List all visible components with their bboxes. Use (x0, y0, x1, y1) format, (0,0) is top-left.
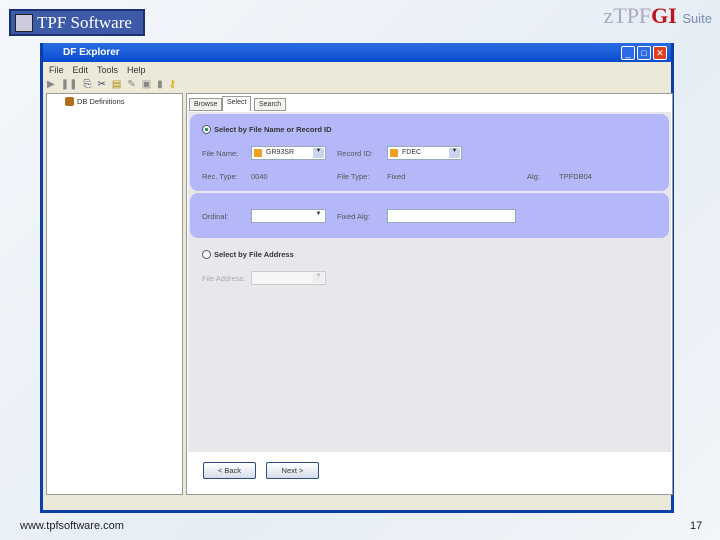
toolbar: ▶ ❚❚ ⎘ ✂ ▤ ✎ ▣ ▮ ⚷ (47, 79, 176, 90)
file-type-label: File Type: (337, 172, 370, 181)
file-name-combo[interactable]: GR93SR ▼ (251, 146, 326, 160)
menu-bar: File Edit Tools Help (49, 65, 146, 75)
tree-item-label: DB Definitions (77, 97, 125, 106)
fixed-alg-label: Fixed Alg: (337, 212, 370, 221)
window-title: DF Explorer (63, 47, 120, 58)
tab-search[interactable]: Search (254, 98, 287, 111)
play-icon[interactable]: ▶ (47, 79, 55, 90)
radio-unchecked-icon (202, 250, 211, 259)
file-name-label: File Name: (202, 149, 239, 158)
record-id-value: FDEC (402, 149, 422, 156)
tpf-software-logo: TPF Software (9, 9, 145, 36)
pause-icon[interactable]: ❚❚ (61, 79, 78, 90)
tab-select[interactable]: Select (222, 96, 252, 111)
footer-url: www.tpfsoftware.com (20, 520, 124, 532)
rec-type-value: 0040 (251, 172, 268, 181)
menu-file[interactable]: File (49, 65, 64, 75)
select-by-file-name-radio[interactable]: Select by File Name or Record ID (202, 125, 332, 134)
option1-label: Select by File Name or Record ID (214, 125, 332, 134)
menu-tools[interactable]: Tools (97, 65, 118, 75)
ordinal-label: Ordinal: (202, 212, 229, 221)
logo-mark-icon (15, 13, 33, 32)
rec-type-label: Rec. Type: (202, 172, 238, 181)
suite-word: Suite (682, 11, 712, 26)
menu-help[interactable]: Help (127, 65, 146, 75)
file-icon (254, 149, 262, 157)
file-address-label: File Address: (202, 274, 246, 283)
option2-label: Select by File Address (214, 250, 294, 259)
key-icon[interactable]: ⚷ (169, 79, 176, 90)
radio-checked-icon (202, 125, 211, 134)
chevron-down-icon[interactable]: ▼ (313, 148, 324, 158)
df-explorer-window: DF Explorer _ □ ✕ File Edit Tools Help ▶… (40, 43, 674, 513)
paste-icon[interactable]: ▤ (112, 79, 121, 90)
chevron-down-icon[interactable]: ▼ (449, 148, 460, 158)
chevron-down-icon[interactable]: ▼ (313, 211, 324, 221)
edit-icon[interactable]: ✎ (127, 79, 135, 90)
menu-edit[interactable]: Edit (73, 65, 89, 75)
suite-prefix: zTPF (603, 3, 652, 28)
copy-icon[interactable]: ⎘ (83, 79, 91, 90)
page-icon[interactable]: ▮ (157, 79, 163, 90)
tab-browse[interactable]: Browse (189, 98, 223, 111)
select-by-file-address-radio[interactable]: Select by File Address (202, 250, 294, 259)
file-type-value: Fixed (387, 172, 406, 181)
select-panel: Select by File Name or Record ID File Na… (188, 112, 671, 452)
fixed-alg-input[interactable] (387, 209, 516, 223)
file-address-combo[interactable]: ▼ (251, 271, 326, 285)
record-icon (390, 149, 398, 157)
chevron-down-icon[interactable]: ▼ (313, 273, 324, 283)
close-button[interactable]: ✕ (653, 46, 667, 60)
minimize-button[interactable]: _ (621, 46, 635, 60)
back-button[interactable]: < Back (203, 462, 256, 479)
suite-gi: GI (651, 3, 677, 28)
content-pane: Browse Select Search Select by File Name… (186, 93, 673, 495)
record-id-label: Record ID: (337, 149, 373, 158)
tree-item-db-definitions[interactable]: DB Definitions (65, 97, 125, 106)
export-icon[interactable]: ▣ (142, 79, 151, 90)
next-button[interactable]: Next > (266, 462, 319, 479)
maximize-button[interactable]: □ (637, 46, 651, 60)
title-bar: DF Explorer (43, 43, 671, 62)
ordinal-combo[interactable]: ▼ (251, 209, 326, 223)
database-icon (65, 97, 74, 106)
file-name-value: GR93SR (266, 149, 295, 156)
page-number: 17 (690, 520, 703, 532)
record-id-combo[interactable]: FDEC ▼ (387, 146, 462, 160)
alg-value: TPFDB04 (559, 172, 592, 181)
logo-text: TPF Software (37, 12, 132, 32)
tree-pane: DB Definitions (46, 93, 183, 495)
cut-icon[interactable]: ✂ (97, 79, 105, 90)
alg-label: Alg: (527, 172, 540, 181)
ztpfgi-suite-logo: zTPFGI Suite (603, 3, 712, 29)
